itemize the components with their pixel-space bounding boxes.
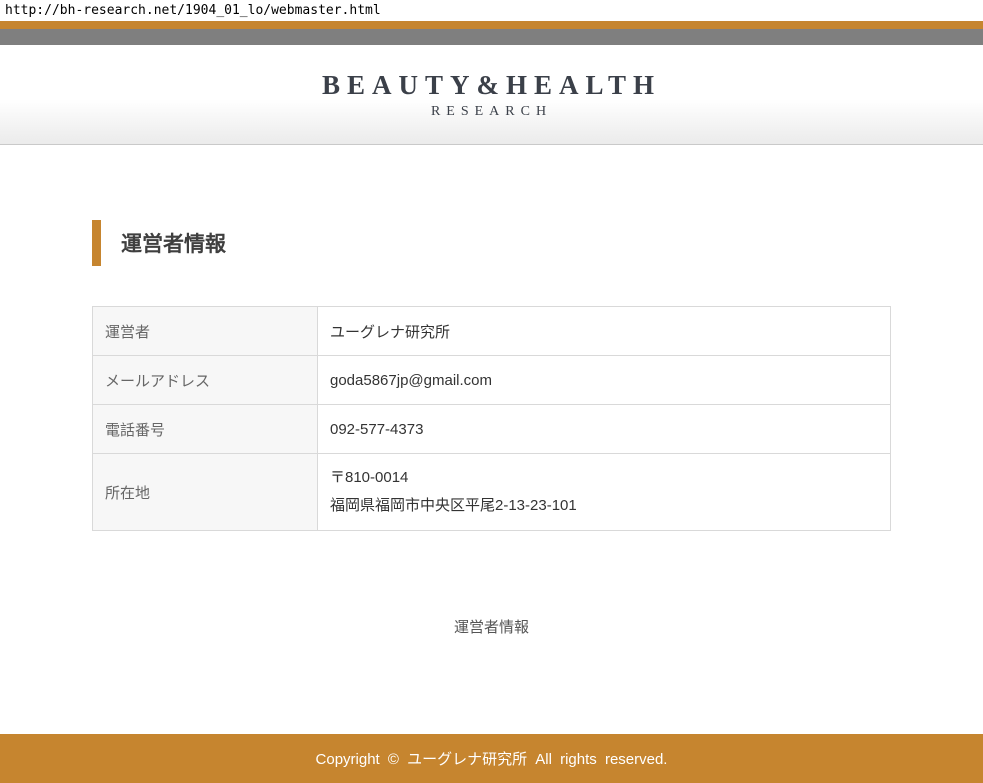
row-label: 運営者	[93, 307, 318, 356]
row-value: 092-577-4373	[318, 405, 891, 454]
top-gray-bar	[0, 29, 983, 45]
page-title: 運営者情報	[92, 220, 891, 266]
row-value: ユーグレナ研究所	[318, 307, 891, 356]
row-label: 所在地	[93, 454, 318, 531]
footer-nav: 運営者情報	[92, 616, 891, 637]
address-street: 福岡県福岡市中央区平尾2-13-23-101	[330, 492, 878, 520]
table-row-operator: 運営者 ユーグレナ研究所	[93, 307, 891, 356]
table-row-phone: 電話番号 092-577-4373	[93, 405, 891, 454]
copyright-bar: Copyright © ユーグレナ研究所 All rights reserved…	[0, 734, 983, 783]
title-accent-bar	[92, 220, 101, 266]
row-label: 電話番号	[93, 405, 318, 454]
copyright-text: Copyright © ユーグレナ研究所 All rights reserved…	[316, 748, 668, 769]
operator-info-table: 運営者 ユーグレナ研究所 メールアドレス goda5867jp@gmail.co…	[92, 306, 891, 531]
table-row-email: メールアドレス goda5867jp@gmail.com	[93, 356, 891, 405]
main-content: 運営者情報 運営者 ユーグレナ研究所 メールアドレス goda5867jp@gm…	[92, 220, 891, 734]
browser-url-bar: http://bh-research.net/1904_01_lo/webmas…	[0, 0, 983, 21]
table-row-address: 所在地 〒810-0014 福岡県福岡市中央区平尾2-13-23-101	[93, 454, 891, 531]
logo-sub-text: RESEARCH	[431, 104, 552, 120]
address-postal-code: 〒810-0014	[330, 464, 878, 492]
top-accent-strip	[0, 21, 983, 29]
row-label: メールアドレス	[93, 356, 318, 405]
row-value: 〒810-0014 福岡県福岡市中央区平尾2-13-23-101	[318, 454, 891, 531]
page-title-text: 運営者情報	[121, 228, 226, 258]
logo-main-text: BEAUTY&HEALTH	[322, 70, 661, 101]
site-logo[interactable]: BEAUTY&HEALTH RESEARCH	[322, 70, 661, 120]
page-url: http://bh-research.net/1904_01_lo/webmas…	[5, 3, 381, 18]
site-header: BEAUTY&HEALTH RESEARCH	[0, 45, 983, 145]
footer-link-operator-info[interactable]: 運営者情報	[454, 619, 529, 636]
row-value: goda5867jp@gmail.com	[318, 356, 891, 405]
